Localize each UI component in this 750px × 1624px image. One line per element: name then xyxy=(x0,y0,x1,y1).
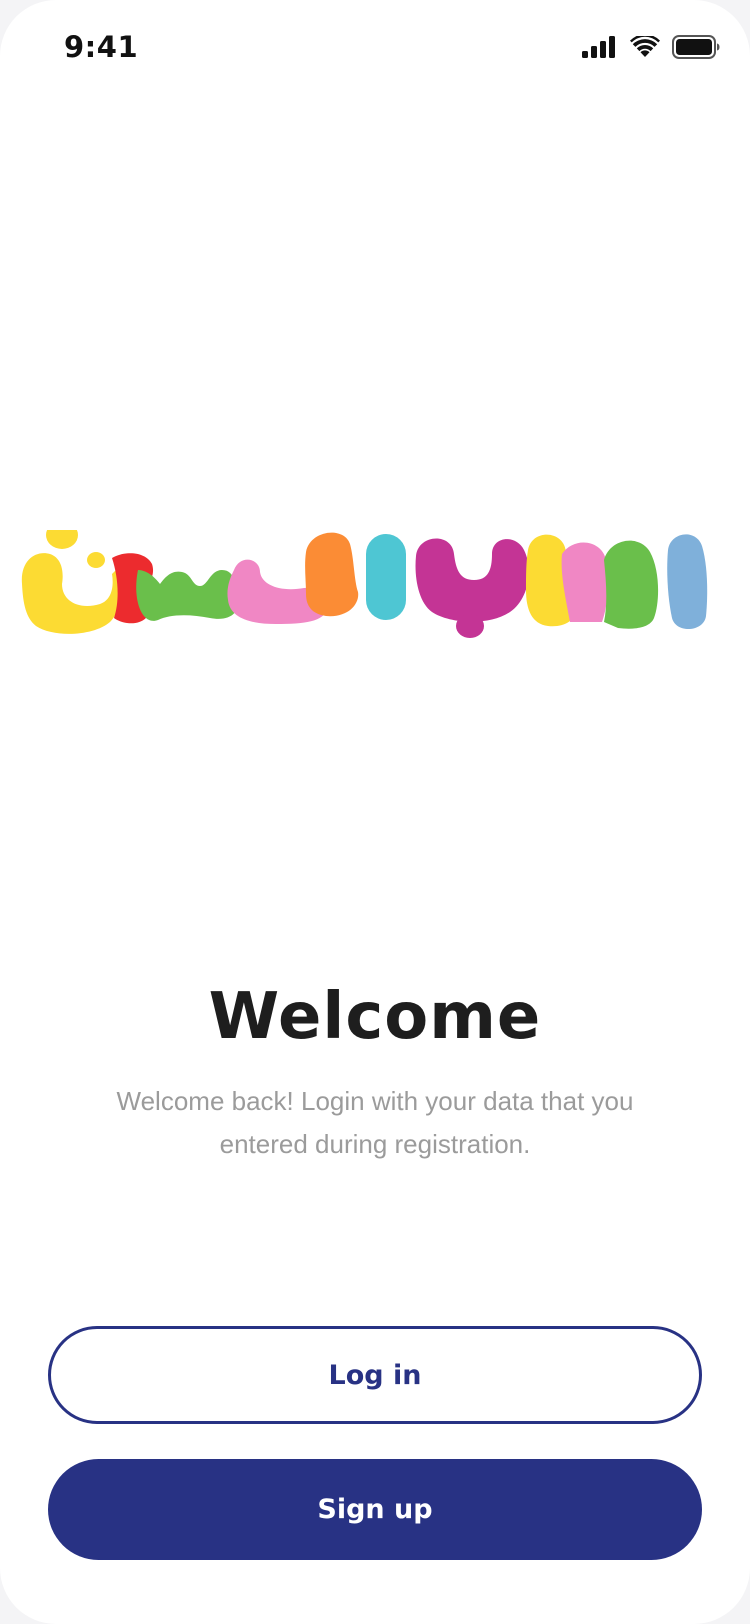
status-bar: 9:41 xyxy=(0,0,750,100)
welcome-subtitle: Welcome back! Login with your data that … xyxy=(116,1086,634,1159)
login-button[interactable]: Log in xyxy=(48,1326,702,1424)
status-time: 9:41 xyxy=(64,30,139,64)
signup-button[interactable]: Sign up xyxy=(48,1459,702,1560)
welcome-screen: 9:41 Welcome Welcome back! Login with yo… xyxy=(0,0,750,1624)
app-logo xyxy=(14,530,736,640)
battery-icon xyxy=(672,35,720,59)
welcome-title: Welcome xyxy=(208,980,542,1054)
status-icons xyxy=(582,34,720,60)
cellular-signal-icon xyxy=(582,36,618,58)
signup-button-label: Sign up xyxy=(317,1494,433,1525)
wifi-icon xyxy=(630,36,660,58)
login-button-label: Log in xyxy=(328,1359,422,1391)
